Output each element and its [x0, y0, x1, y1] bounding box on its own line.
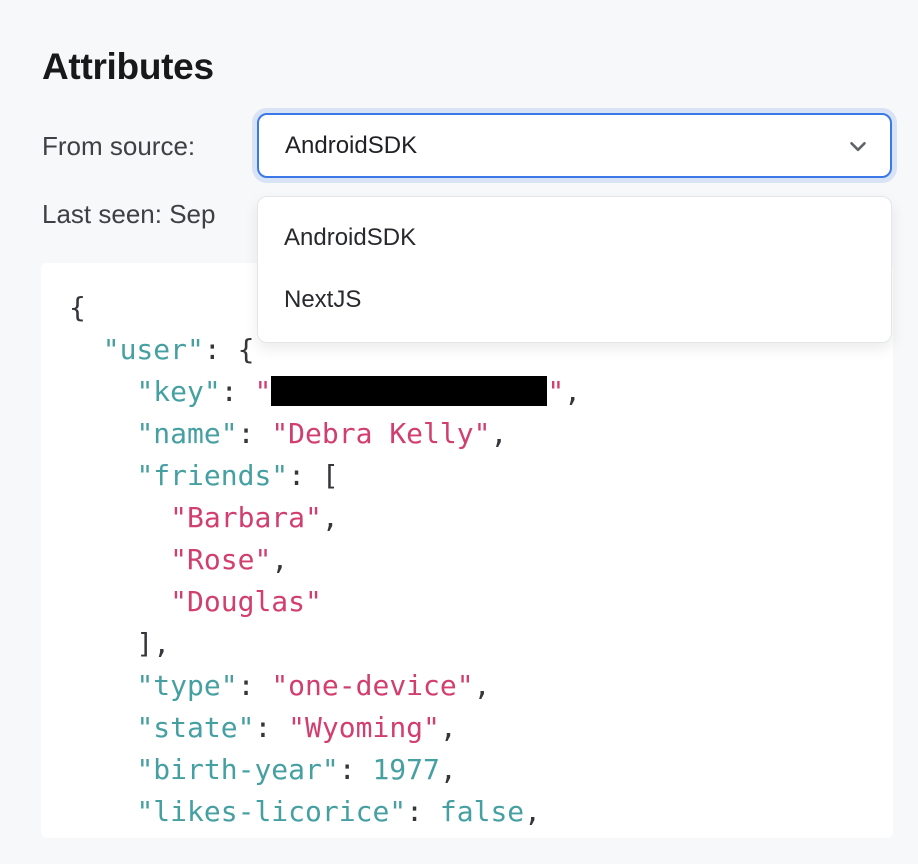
source-select-value: AndroidSDK: [285, 132, 417, 160]
dropdown-option-androidsdk[interactable]: AndroidSDK: [258, 207, 891, 269]
code-token-key: "name": [136, 417, 237, 450]
attributes-json-panel: { "user": { "key": " ", "name": "Debra Ke…: [41, 263, 893, 838]
code-token-punct: [69, 795, 136, 828]
code-token-punct: [69, 753, 136, 786]
code-token-punct: ],: [69, 627, 170, 660]
code-token-string: "Barbara": [170, 501, 322, 534]
code-token-punct: : [: [288, 459, 339, 492]
code-token-string: "Debra Kelly": [271, 417, 490, 450]
code-token-punct: [69, 585, 170, 618]
attributes-page: Attributes From source: AndroidSDK Last …: [0, 0, 918, 864]
code-token-punct: {: [69, 291, 86, 324]
code-token-punct: [69, 543, 170, 576]
code-token-string: "one-device": [271, 669, 473, 702]
code-token-punct: [69, 669, 136, 702]
code-line: "type": "one-device",: [69, 665, 893, 707]
code-token-punct: [69, 459, 136, 492]
code-token-boolean: false: [440, 795, 524, 828]
code-token-key: "type": [136, 669, 237, 702]
code-line: "likes-licorice": false,: [69, 791, 893, 833]
code-token-key: "birth-year": [136, 753, 338, 786]
source-select[interactable]: AndroidSDK: [257, 113, 892, 178]
last-seen-text: Last seen: Sep: [42, 199, 215, 230]
code-line: ],: [69, 623, 893, 665]
dropdown-option-nextjs[interactable]: NextJS: [258, 269, 891, 331]
code-token-key: "user": [103, 333, 204, 366]
code-token-punct: :: [254, 711, 288, 744]
code-token-key: "likes-licorice": [136, 795, 406, 828]
code-token-punct: [69, 375, 136, 408]
code-token-string: ": [254, 375, 271, 408]
code-token-punct: ,: [564, 375, 581, 408]
code-token-punct: :: [221, 375, 255, 408]
code-token-punct: [69, 333, 103, 366]
code-token-punct: :: [238, 669, 272, 702]
code-line: "birth-year": 1977,: [69, 749, 893, 791]
code-token-punct: [69, 501, 170, 534]
code-line: "Barbara",: [69, 497, 893, 539]
code-token-punct: ,: [524, 795, 541, 828]
code-token-key: "key": [136, 375, 220, 408]
code-token-punct: :: [339, 753, 373, 786]
code-token-string: "Douglas": [170, 585, 322, 618]
code-line: "friends": [: [69, 455, 893, 497]
code-token-punct: ,: [474, 669, 491, 702]
code-token-string: "Rose": [170, 543, 271, 576]
code-token-key: "friends": [136, 459, 288, 492]
code-token-punct: : {: [204, 333, 255, 366]
code-token-punct: ,: [490, 417, 507, 450]
code-token-punct: ,: [271, 543, 288, 576]
code-token-punct: [69, 711, 136, 744]
code-token-punct: ,: [440, 711, 457, 744]
chevron-down-icon: [845, 133, 871, 159]
code-token-string: ": [547, 375, 564, 408]
code-line: "name": "Debra Kelly",: [69, 413, 893, 455]
code-token-number: 1977: [372, 753, 439, 786]
code-line: "key": " ",: [69, 371, 893, 413]
code-token-punct: ,: [322, 501, 339, 534]
code-token-punct: :: [238, 417, 272, 450]
code-content: { "user": { "key": " ", "name": "Debra Ke…: [41, 263, 893, 833]
code-token-key: "state": [136, 711, 254, 744]
code-token-string: "Wyoming": [288, 711, 440, 744]
from-source-label: From source:: [42, 131, 195, 162]
source-dropdown-menu: AndroidSDKNextJS: [257, 196, 892, 343]
page-title: Attributes: [42, 44, 214, 90]
code-token-punct: :: [406, 795, 440, 828]
code-line: "Rose",: [69, 539, 893, 581]
code-line: "state": "Wyoming",: [69, 707, 893, 749]
code-token-punct: ,: [440, 753, 457, 786]
code-token-punct: [69, 417, 136, 450]
code-line: "Douglas": [69, 581, 893, 623]
redacted-key-value: [271, 376, 547, 406]
